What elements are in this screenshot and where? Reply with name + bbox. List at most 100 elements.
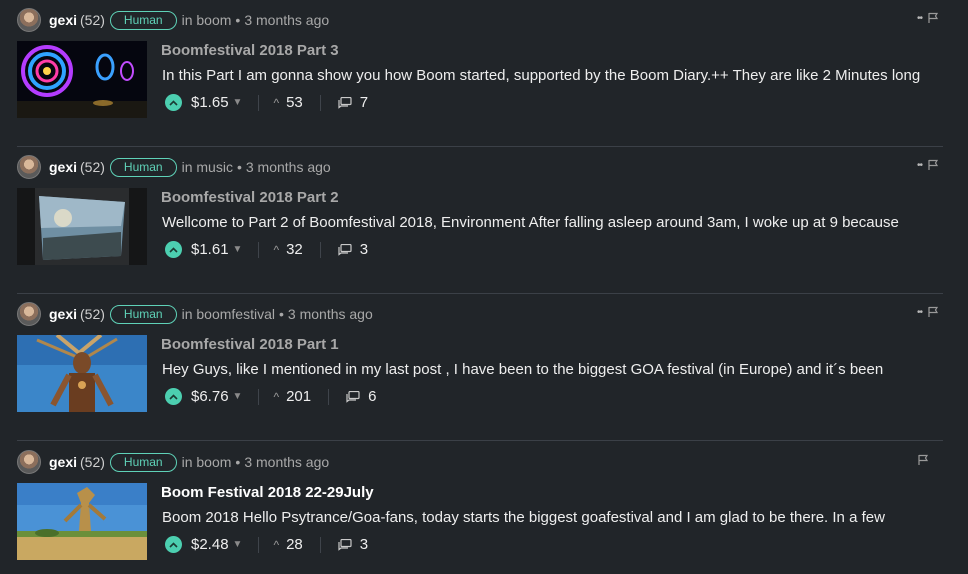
- post-feed: gexi (52) Human in boom • 3 months ago ••: [0, 0, 968, 574]
- author-name[interactable]: gexi: [49, 306, 77, 322]
- divider: [319, 94, 321, 111]
- post-payout[interactable]: $1.65: [191, 94, 229, 111]
- post-title[interactable]: Boom Festival 2018 22-29July: [161, 484, 374, 501]
- flag-icon[interactable]: [927, 159, 939, 171]
- human-badge: Human: [109, 10, 177, 30]
- post-actions: ••: [917, 159, 939, 171]
- human-badge: Human: [109, 157, 177, 177]
- vote-count[interactable]: 32: [286, 241, 303, 258]
- post-footer: $1.65 ▼ ^ 53 7: [165, 94, 368, 111]
- avatar[interactable]: [17, 8, 41, 32]
- author-name[interactable]: gexi: [49, 454, 77, 470]
- post-thumbnail[interactable]: [17, 41, 147, 118]
- post-card: gexi (52) Human in boom • 3 months ago ••: [0, 0, 943, 147]
- avatar[interactable]: [17, 155, 41, 179]
- post-payout[interactable]: $2.48: [191, 536, 229, 553]
- author-name[interactable]: gexi: [49, 159, 77, 175]
- author-name[interactable]: gexi: [49, 12, 77, 28]
- comment-count[interactable]: 3: [360, 241, 368, 258]
- votes-chevron-icon: ^: [273, 537, 280, 552]
- comments-icon[interactable]: [338, 96, 352, 109]
- flag-icon[interactable]: [927, 12, 939, 24]
- post-actions: ••: [917, 306, 939, 318]
- more-icon[interactable]: ••: [917, 160, 923, 171]
- post-actions: ••: [917, 12, 939, 24]
- upvote-icon[interactable]: [165, 388, 182, 405]
- caret-down-icon[interactable]: ▼: [233, 244, 243, 255]
- post-category[interactable]: in music: [182, 159, 233, 175]
- post-summary[interactable]: Boom 2018 Hello Psytrance/Goa-fans, toda…: [162, 509, 939, 526]
- post-meta: in boom • 3 months ago: [182, 454, 330, 470]
- post-summary[interactable]: In this Part I am gonna show you how Boo…: [162, 67, 939, 84]
- more-icon[interactable]: ••: [917, 307, 923, 318]
- caret-down-icon[interactable]: ▼: [233, 97, 243, 108]
- post-thumbnail[interactable]: [17, 188, 147, 265]
- vote-count[interactable]: 53: [286, 94, 303, 111]
- avatar[interactable]: [17, 450, 41, 474]
- divider: [258, 388, 260, 405]
- post-payout[interactable]: $1.61: [191, 241, 229, 258]
- comments-icon[interactable]: [346, 390, 360, 403]
- post-header: gexi (52) Human in boom • 3 months ago: [17, 8, 329, 32]
- divider: [258, 94, 260, 111]
- avatar[interactable]: [17, 302, 41, 326]
- post-divider: [17, 440, 943, 441]
- human-badge: Human: [109, 304, 177, 324]
- post-footer: $1.61 ▼ ^ 32 3: [165, 241, 368, 258]
- post-card: gexi (52) Human in music • 3 months ago ••: [0, 147, 943, 294]
- votes-chevron-icon: ^: [273, 389, 280, 404]
- post-category[interactable]: in boomfestival: [182, 306, 275, 322]
- post-meta: in boom • 3 months ago: [182, 12, 330, 28]
- vote-count[interactable]: 201: [286, 388, 311, 405]
- divider: [258, 241, 260, 258]
- upvote-icon[interactable]: [165, 241, 182, 258]
- post-category[interactable]: in boom: [182, 12, 232, 28]
- post-summary[interactable]: Wellcome to Part 2 of Boomfestival 2018,…: [162, 214, 939, 231]
- divider: [319, 241, 321, 258]
- post-header: gexi (52) Human in music • 3 months ago: [17, 155, 331, 179]
- comments-icon[interactable]: [338, 243, 352, 256]
- divider: [319, 536, 321, 553]
- post-footer: $2.48 ▼ ^ 28 3: [165, 536, 368, 553]
- author-reputation: (52): [80, 306, 105, 322]
- post-time[interactable]: 3 months ago: [246, 159, 331, 175]
- post-card: gexi (52) Human in boom • 3 months ago B…: [0, 442, 943, 574]
- comment-count[interactable]: 6: [368, 388, 376, 405]
- votes-chevron-icon: ^: [273, 242, 280, 257]
- caret-down-icon[interactable]: ▼: [233, 539, 243, 550]
- upvote-icon[interactable]: [165, 536, 182, 553]
- more-icon[interactable]: ••: [917, 13, 923, 24]
- post-title[interactable]: Boomfestival 2018 Part 1: [161, 336, 339, 353]
- post-category[interactable]: in boom: [182, 454, 232, 470]
- post-header: gexi (52) Human in boomfestival • 3 months…: [17, 302, 373, 326]
- flag-icon[interactable]: [917, 454, 929, 466]
- meta-separator: •: [235, 12, 241, 28]
- post-title[interactable]: Boomfestival 2018 Part 3: [161, 42, 339, 59]
- post-card: gexi (52) Human in boomfestival • 3 months…: [0, 294, 943, 441]
- caret-down-icon[interactable]: ▼: [233, 391, 243, 402]
- votes-chevron-icon: ^: [273, 95, 280, 110]
- post-header: gexi (52) Human in boom • 3 months ago: [17, 450, 329, 474]
- meta-separator: •: [279, 306, 284, 322]
- comment-count[interactable]: 7: [360, 94, 368, 111]
- comments-icon[interactable]: [338, 538, 352, 551]
- post-summary[interactable]: Hey Guys, like I mentioned in my last po…: [162, 361, 939, 378]
- human-badge: Human: [109, 452, 177, 472]
- post-time[interactable]: 3 months ago: [288, 306, 373, 322]
- post-thumbnail[interactable]: [17, 335, 147, 412]
- post-meta: in boomfestival • 3 months ago: [182, 306, 373, 322]
- divider: [258, 536, 260, 553]
- meta-separator: •: [235, 454, 241, 470]
- post-payout[interactable]: $6.76: [191, 388, 229, 405]
- upvote-icon[interactable]: [165, 94, 182, 111]
- post-actions: [917, 454, 929, 466]
- post-meta: in music • 3 months ago: [182, 159, 331, 175]
- flag-icon[interactable]: [927, 306, 939, 318]
- comment-count[interactable]: 3: [360, 536, 368, 553]
- meta-separator: •: [236, 159, 242, 175]
- post-time[interactable]: 3 months ago: [244, 12, 329, 28]
- post-thumbnail[interactable]: [17, 483, 147, 560]
- post-time[interactable]: 3 months ago: [244, 454, 329, 470]
- vote-count[interactable]: 28: [286, 536, 303, 553]
- post-title[interactable]: Boomfestival 2018 Part 2: [161, 189, 339, 206]
